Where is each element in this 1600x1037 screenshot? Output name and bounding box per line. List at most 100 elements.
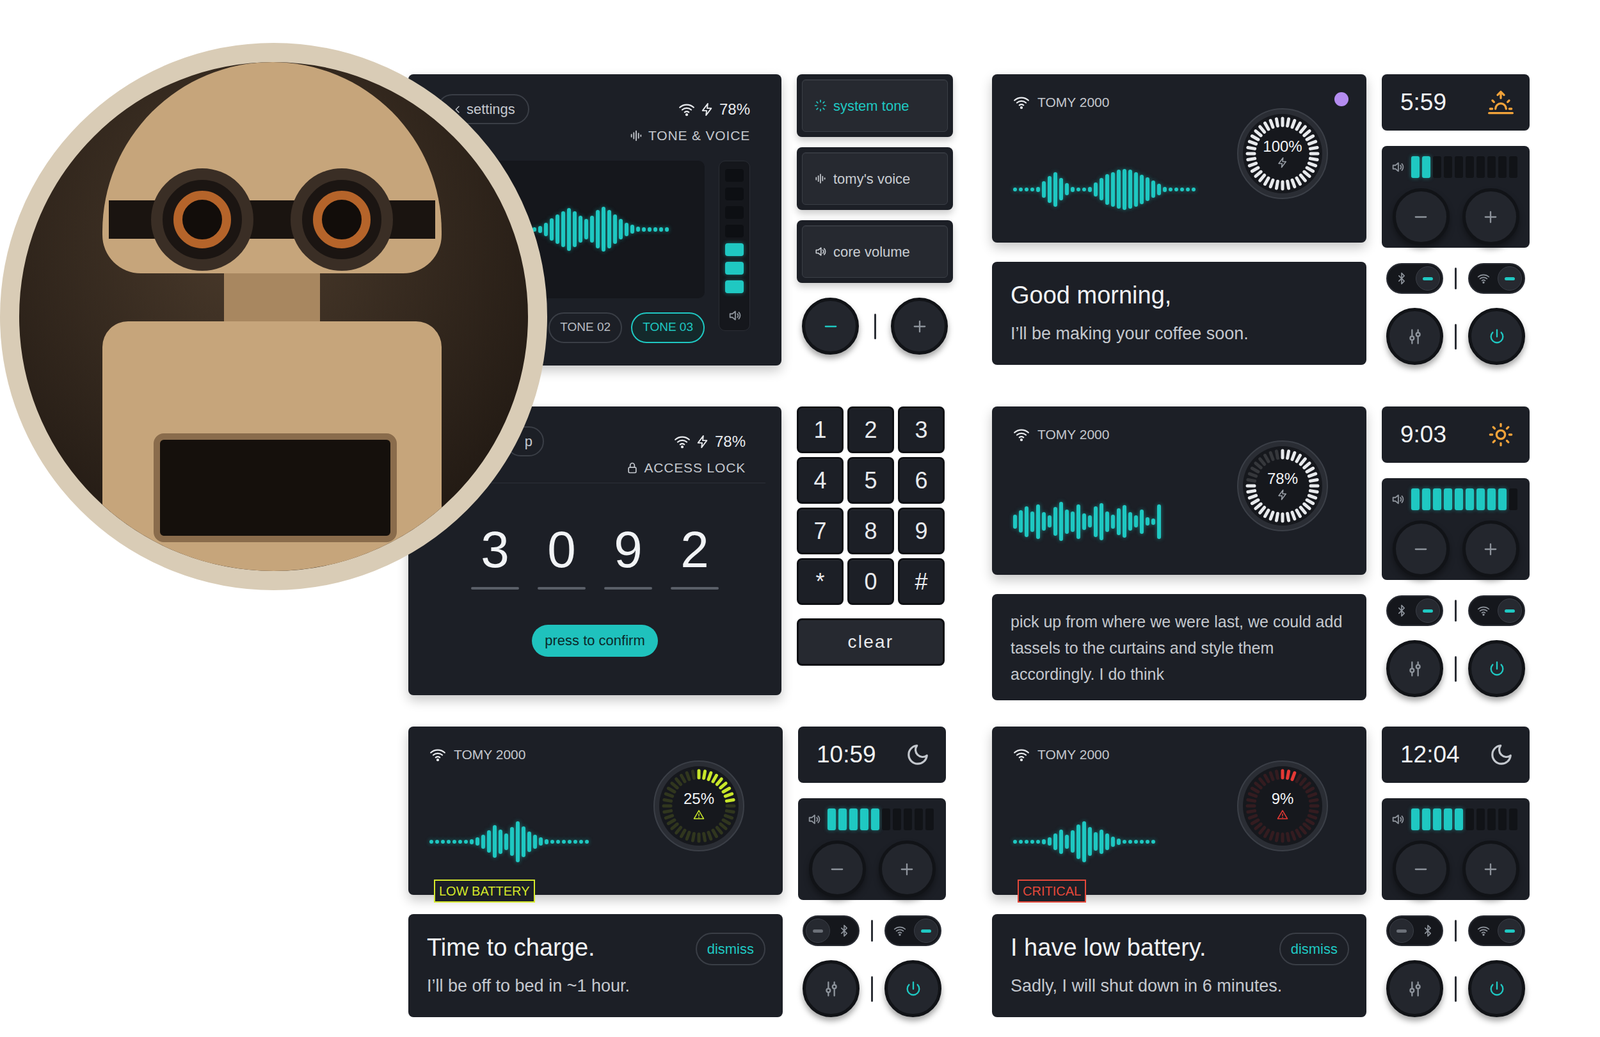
plus-icon [1481,540,1500,559]
keypad-key[interactable]: 6 [897,456,945,504]
warning-icon [1276,808,1289,821]
volume-meter[interactable] [827,808,934,831]
keypad-key[interactable]: 4 [796,456,844,504]
bluetooth-toggle[interactable] [1386,263,1444,294]
wave-bar [1139,174,1144,205]
wave-bar [1157,183,1161,196]
wifi-toggle[interactable] [1468,595,1526,626]
bluetooth-toggle[interactable] [802,915,860,946]
wifi-toggle[interactable] [884,915,942,946]
volume-segment [1476,488,1485,511]
volume-down-button[interactable] [1392,520,1450,578]
battery-ring: 100% [1236,107,1329,200]
settings-button[interactable] [1386,640,1444,697]
volume-meter-row [798,808,946,831]
volume-segment [914,808,923,831]
volume-segment [1465,808,1474,831]
volume-segment [1454,808,1464,831]
keypad-key[interactable]: 3 [897,406,945,454]
volume-up-button[interactable] [1462,188,1520,246]
wave-bar [561,839,566,844]
volume-segment [892,808,902,831]
volume-segment [1432,488,1442,511]
settings-button[interactable] [1386,960,1444,1017]
wave-bar [1070,511,1075,532]
key-label: 8 [864,513,877,549]
menu-item[interactable]: tomy's voice [796,147,953,210]
volume-meter[interactable] [1411,488,1518,511]
volume-up-button[interactable] [890,297,948,355]
tone-option[interactable]: TONE 02 [548,312,623,344]
dismiss-button[interactable]: dismiss [1279,932,1350,966]
volume-down-button[interactable] [1392,188,1450,246]
volume-up-button[interactable] [1462,520,1520,578]
sliders-icon [1406,659,1424,678]
confirm-button[interactable]: press to confirm [531,624,658,657]
key-label: 5 [864,463,877,498]
menu-item[interactable]: core volume [796,220,953,283]
minus-icon [821,317,840,336]
tone-option[interactable]: TONE 03 [631,312,705,344]
wave-bar [464,839,468,844]
power-button[interactable] [1468,307,1526,365]
clock-time: 9:03 [1400,416,1447,453]
settings-button[interactable] [1386,307,1444,365]
dismiss-button[interactable]: dismiss [695,932,766,966]
keypad-key[interactable]: * [796,558,844,605]
volume-down-button[interactable] [808,840,866,898]
digit-underline [537,586,586,590]
power-button[interactable] [1468,960,1526,1017]
robot-head [102,62,442,274]
wave-bar [538,225,543,233]
volume-bar[interactable] [718,160,751,331]
wave-bar [1151,180,1156,198]
message-card: pick up from where we were last, we coul… [992,593,1367,701]
device-name-label: TOMY 2000 [1037,424,1110,445]
volume-segment [1443,808,1453,831]
wave-bar [1024,506,1029,537]
wave-bar [1122,839,1127,844]
device-name-label: TOMY 2000 [1037,744,1110,765]
battery-percent: 25% [683,791,715,807]
keypad-key[interactable]: 9 [897,507,945,555]
wave-bar [561,211,566,248]
bolt-icon [695,434,710,449]
settings-button[interactable] [802,960,860,1017]
keypad-key[interactable]: 2 [847,406,895,454]
volume-up-button[interactable] [1462,840,1520,898]
volume-up-button[interactable] [878,840,936,898]
toggle-dash [1396,929,1407,933]
keypad-key[interactable]: 0 [847,558,895,605]
volume-segment [1498,488,1507,511]
right-group: TOMY 20009%CRITICALI have low battery.Sa… [992,726,1530,1017]
moon-icon [1489,742,1514,767]
volume-down-button[interactable] [801,297,859,355]
wifi-toggle[interactable] [1468,915,1526,946]
robot-eye [151,168,254,271]
robot-pupil [173,190,232,249]
bluetooth-toggle[interactable] [1386,915,1444,946]
power-icon [1488,659,1506,678]
menu-item[interactable]: system tone [796,74,953,137]
keypad-key[interactable]: 5 [847,456,895,504]
volume-meter[interactable] [1411,156,1518,178]
wave-bar [1053,833,1058,850]
wave-bar [1105,833,1110,850]
volume-down-button[interactable] [1392,840,1450,898]
wifi-toggle[interactable] [1468,263,1526,294]
menu-item-face: core volume [801,225,948,278]
sun-icon [1488,421,1514,448]
volume-segment [725,168,744,182]
power-button[interactable] [1468,640,1526,697]
volume-meter[interactable] [1411,808,1518,831]
volume-segment [1509,156,1518,178]
keypad-key[interactable]: 8 [847,507,895,555]
power-button[interactable] [884,960,942,1017]
keypad-key[interactable]: 7 [796,507,844,555]
keypad: 123 456 789 *0# clear [796,406,953,666]
clear-button[interactable]: clear [796,618,945,666]
keypad-key[interactable]: 1 [796,406,844,454]
bluetooth-toggle[interactable] [1386,595,1444,626]
keypad-key[interactable]: # [897,558,945,605]
wave-bar [452,839,457,844]
